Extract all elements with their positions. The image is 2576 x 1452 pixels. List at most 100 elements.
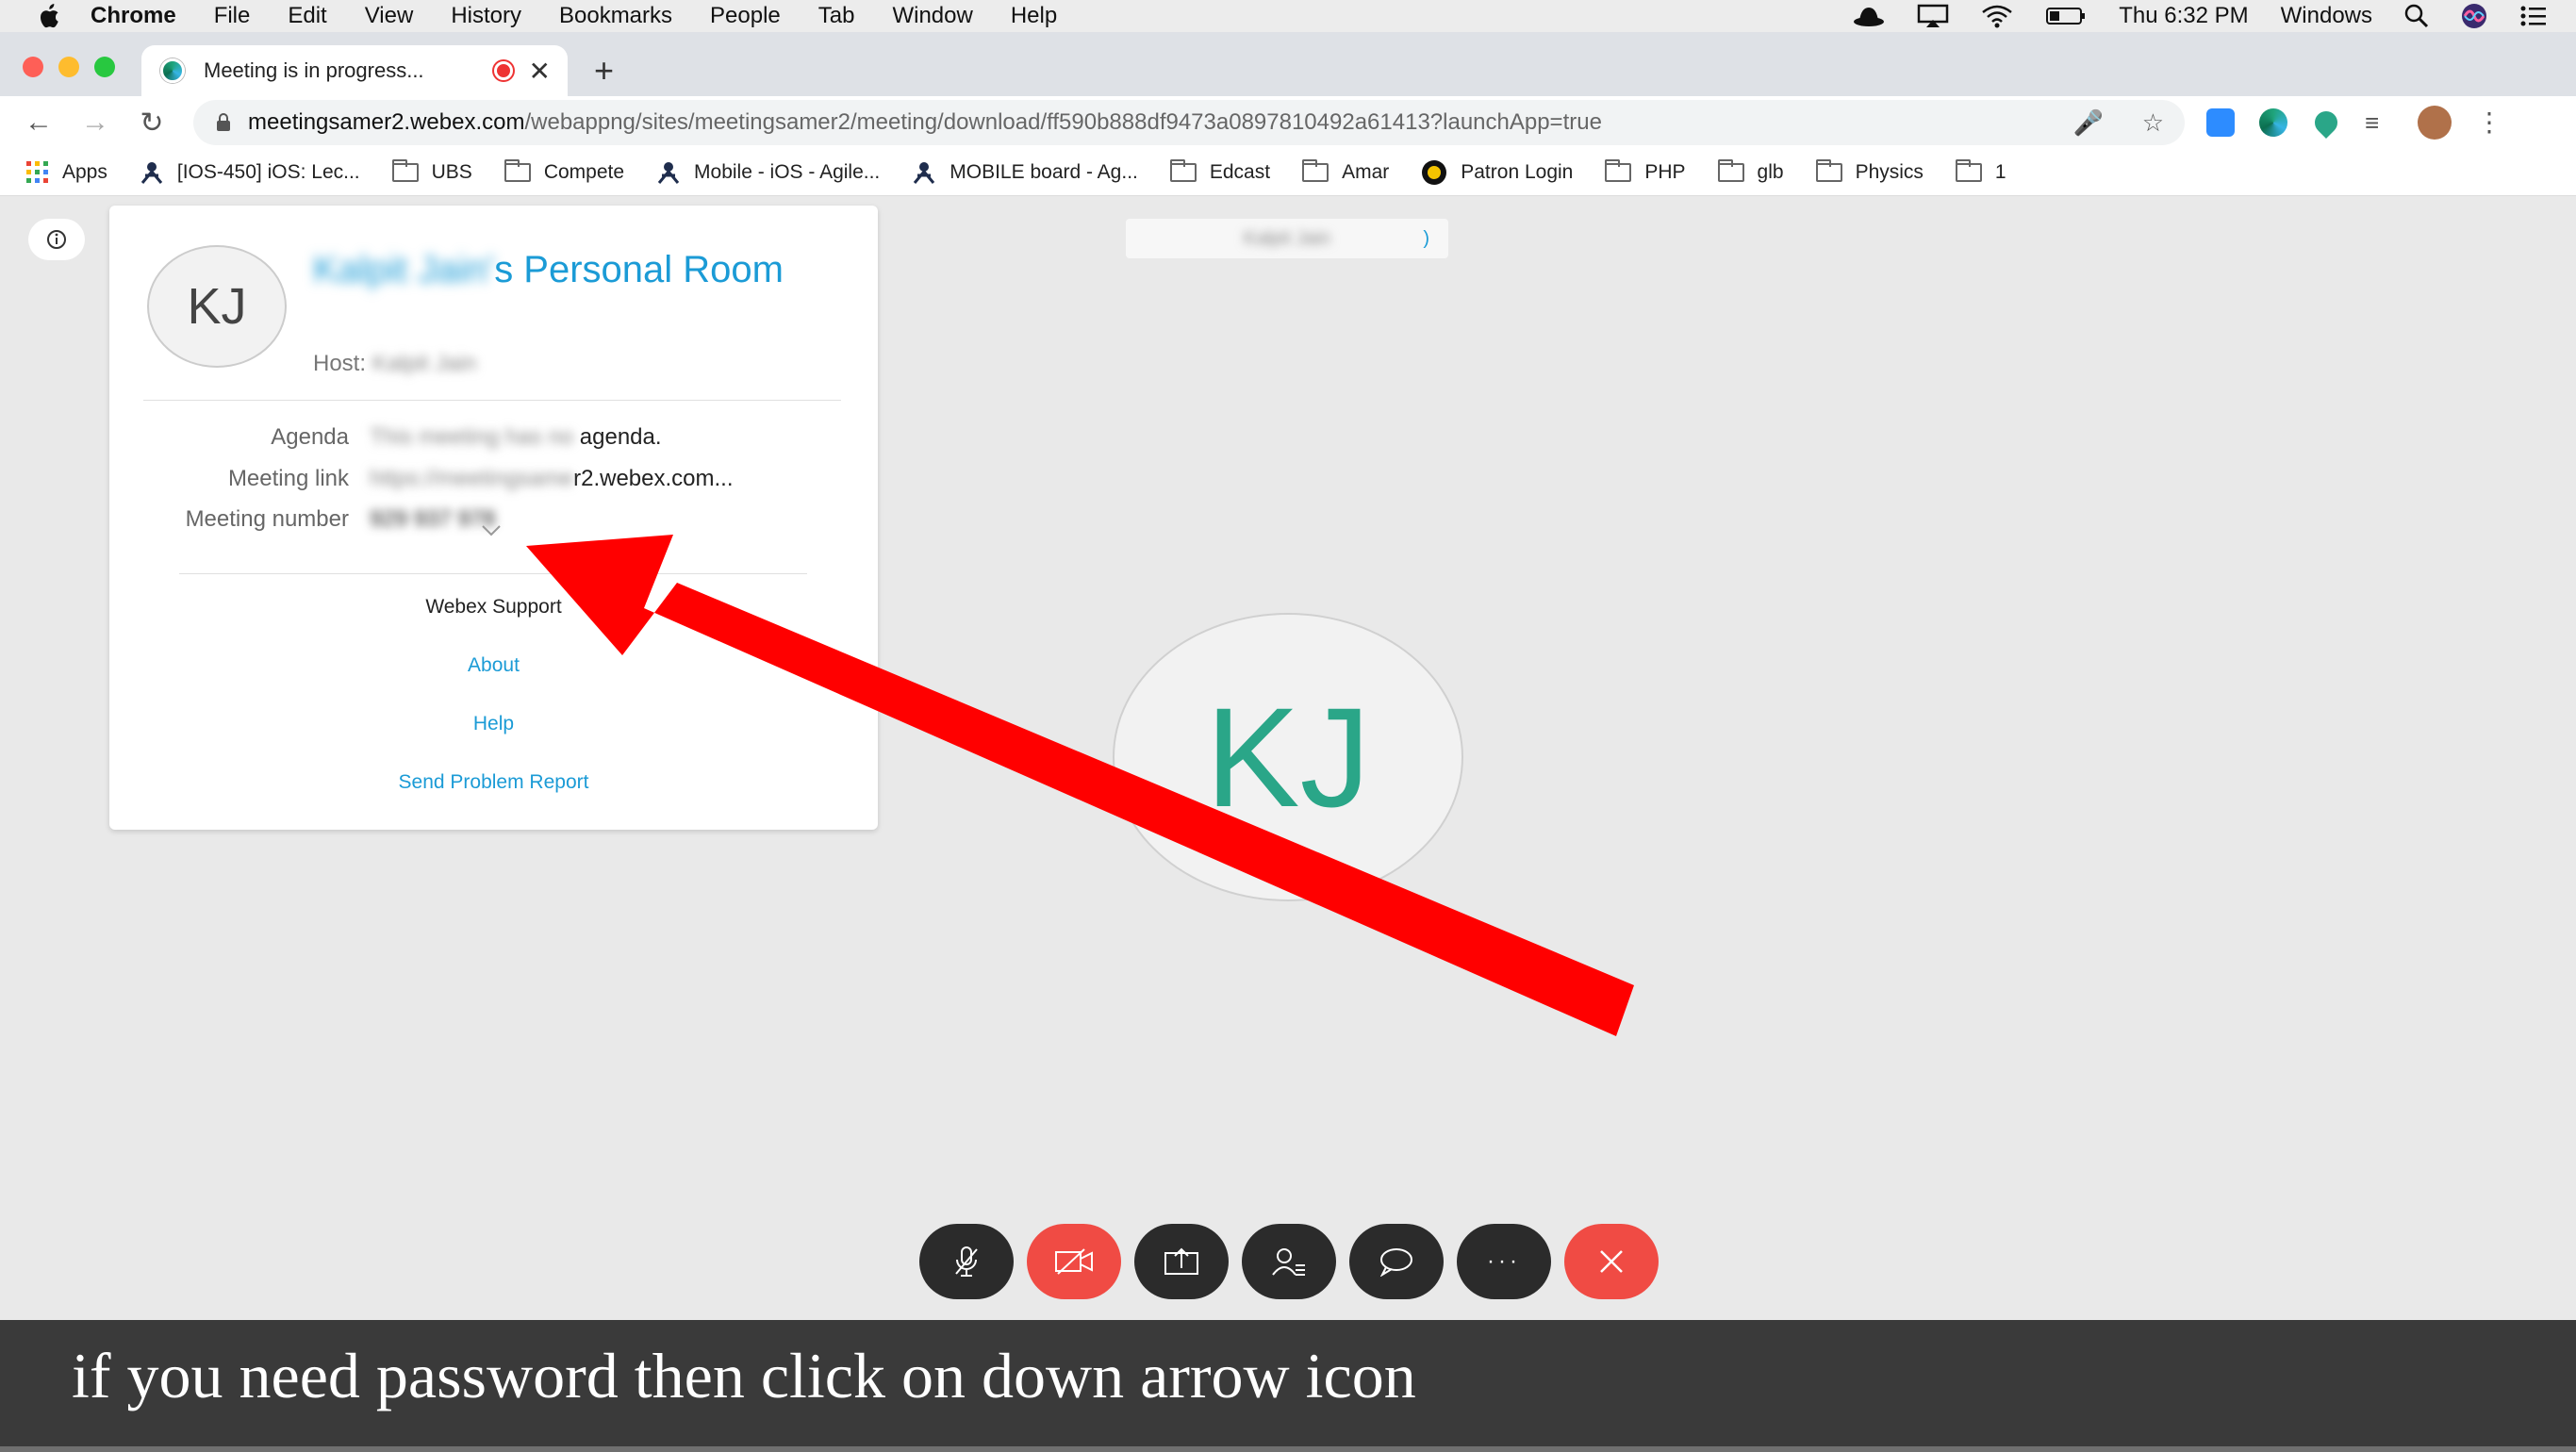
bookmarks-bar: Apps [IOS-450] iOS: Lec... UBS Compete Mobil… bbox=[0, 149, 2576, 196]
bookmark-item[interactable]: Physics bbox=[1815, 158, 1924, 184]
bookmark-item[interactable]: Amar bbox=[1302, 158, 1389, 184]
menu-history[interactable]: History bbox=[451, 3, 521, 29]
menu-clock[interactable]: Thu 6:32 PM bbox=[2119, 3, 2248, 29]
caption-bar: if you need password then click on down … bbox=[0, 1320, 2576, 1452]
tab-title: Meeting is in progress... bbox=[204, 58, 424, 82]
meeting-controls: ··· bbox=[919, 1224, 1659, 1299]
close-tab-icon[interactable]: ✕ bbox=[529, 56, 551, 87]
menu-edit[interactable]: Edit bbox=[288, 3, 326, 29]
back-arrow-icon[interactable]: ← bbox=[15, 107, 62, 139]
send-problem-report-link[interactable]: Send Problem Report bbox=[109, 771, 878, 794]
bookmark-item[interactable]: Apps bbox=[26, 160, 107, 184]
host-label: Host: bbox=[313, 351, 367, 376]
mic-icon[interactable]: 🎤 bbox=[2073, 108, 2104, 138]
agenda-row: Agenda This meeting has no agenda. bbox=[109, 424, 878, 451]
agenda-text: agenda. bbox=[573, 424, 662, 450]
agenda-value: This meeting has no agenda. bbox=[370, 424, 662, 451]
reload-icon[interactable]: ↻ bbox=[128, 107, 175, 140]
chrome-menu-icon[interactable]: ⋮ bbox=[2476, 108, 2502, 137]
notification-center-icon[interactable] bbox=[2519, 5, 2548, 27]
bookmark-item[interactable]: glb bbox=[1717, 158, 1784, 184]
share-button[interactable] bbox=[1134, 1224, 1229, 1299]
meeting-info-panel: KJ Kalpit Jain's Personal Room Host: Kal… bbox=[109, 206, 878, 830]
jira-icon bbox=[656, 160, 681, 185]
minimize-window-button[interactable] bbox=[58, 57, 79, 77]
bookmark-item[interactable]: UBS bbox=[391, 158, 472, 184]
meeting-link-row: Meeting link https://meetingsamer2.webex… bbox=[109, 466, 878, 492]
bookmark-item[interactable]: MOBILE board - Ag... bbox=[912, 160, 1138, 185]
chat-button[interactable] bbox=[1349, 1224, 1444, 1299]
bookmark-label: [IOS-450] iOS: Lec... bbox=[176, 160, 360, 183]
bookmark-item[interactable]: Edcast bbox=[1169, 158, 1271, 184]
tab-meeting[interactable]: Meeting is in progress... ✕ bbox=[141, 45, 568, 96]
mic-off-icon bbox=[955, 1246, 978, 1277]
siri-icon[interactable] bbox=[2461, 3, 2487, 29]
menu-file[interactable]: File bbox=[214, 3, 251, 29]
bookmark-label: PHP bbox=[1644, 160, 1686, 183]
about-link[interactable]: About bbox=[109, 654, 878, 677]
menu-window[interactable]: Window bbox=[892, 3, 972, 29]
close-icon bbox=[1600, 1250, 1623, 1273]
bookmark-label: Edcast bbox=[1209, 160, 1271, 183]
more-button[interactable]: ··· bbox=[1457, 1224, 1551, 1299]
profile-avatar[interactable] bbox=[2418, 106, 2452, 140]
spotlight-search-icon[interactable] bbox=[2404, 4, 2429, 28]
zoom-window-button[interactable] bbox=[94, 57, 115, 77]
folder-icon bbox=[1302, 158, 1329, 182]
status-area: Thu 6:32 PM Windows bbox=[1853, 0, 2548, 32]
mute-button[interactable] bbox=[919, 1224, 1014, 1299]
jira-icon bbox=[140, 160, 164, 185]
incognito-hat-icon[interactable] bbox=[1853, 5, 1885, 27]
meeting-link-label: Meeting link bbox=[227, 466, 349, 491]
folder-icon bbox=[1955, 158, 1982, 182]
url-host: meetingsamer2.webex.com bbox=[248, 109, 525, 135]
tab-strip: Meeting is in progress... ✕ + bbox=[0, 32, 2576, 96]
new-tab-button[interactable]: + bbox=[594, 51, 614, 91]
bookmark-label: Physics bbox=[1855, 160, 1924, 183]
airplay-icon[interactable] bbox=[1917, 4, 1949, 28]
folder-icon bbox=[1169, 158, 1197, 182]
chevron-down-icon[interactable] bbox=[481, 524, 502, 537]
menu-view[interactable]: View bbox=[365, 3, 414, 29]
menu-people[interactable]: People bbox=[710, 3, 781, 29]
url-path: /webappng/sites/meetingsamer2/meeting/do… bbox=[524, 109, 1602, 135]
video-off-icon bbox=[1055, 1248, 1093, 1275]
bookmark-item[interactable]: Compete bbox=[504, 158, 624, 184]
room-title-text: s Personal Room bbox=[494, 249, 784, 290]
close-window-button[interactable] bbox=[23, 57, 43, 77]
location-extension-icon[interactable] bbox=[2310, 107, 2342, 139]
lock-icon[interactable] bbox=[216, 113, 231, 132]
bookmark-star-icon[interactable]: ☆ bbox=[2142, 108, 2164, 138]
bookmark-item[interactable]: [IOS-450] iOS: Lec... bbox=[140, 160, 360, 185]
zoom-extension-icon[interactable] bbox=[2206, 108, 2235, 137]
bookmark-item[interactable]: 1 bbox=[1955, 158, 2006, 184]
battery-icon[interactable] bbox=[2045, 6, 2087, 26]
menu-app-name[interactable]: Chrome bbox=[91, 3, 176, 29]
leave-button[interactable] bbox=[1564, 1224, 1659, 1299]
host-avatar: KJ bbox=[147, 245, 287, 368]
more-icon: ··· bbox=[1487, 1248, 1521, 1274]
menu-windows[interactable]: Windows bbox=[2281, 3, 2372, 29]
menu-tab[interactable]: Tab bbox=[818, 3, 855, 29]
participants-button[interactable] bbox=[1242, 1224, 1336, 1299]
menu-help[interactable]: Help bbox=[1011, 3, 1057, 29]
apple-menu-icon[interactable] bbox=[36, 3, 62, 29]
bookmark-label: UBS bbox=[431, 160, 472, 183]
stop-video-button[interactable] bbox=[1027, 1224, 1121, 1299]
wifi-icon[interactable] bbox=[1981, 4, 2013, 28]
menu-bookmarks[interactable]: Bookmarks bbox=[559, 3, 672, 29]
meeting-info-button[interactable] bbox=[28, 219, 85, 260]
webex-extension-icon[interactable] bbox=[2259, 108, 2287, 137]
folder-icon bbox=[1605, 158, 1632, 182]
extension-icons: ≡ ⋮ bbox=[2206, 106, 2502, 140]
folder-icon bbox=[1717, 158, 1744, 182]
address-bar[interactable]: meetingsamer2.webex.com /webappng/sites/… bbox=[193, 100, 2185, 145]
media-controls-icon[interactable]: ≡ bbox=[2365, 108, 2393, 137]
bookmark-item[interactable]: Mobile - iOS - Agile... bbox=[656, 160, 880, 185]
meeting-link-value[interactable]: https://meetingsamer2.webex.com... bbox=[370, 466, 734, 492]
folder-icon bbox=[504, 158, 531, 182]
bookmark-item[interactable]: Patron Login bbox=[1421, 159, 1573, 186]
help-link[interactable]: Help bbox=[109, 713, 878, 735]
bookmark-item[interactable]: PHP bbox=[1605, 158, 1686, 184]
forward-arrow-icon[interactable]: → bbox=[72, 107, 119, 139]
